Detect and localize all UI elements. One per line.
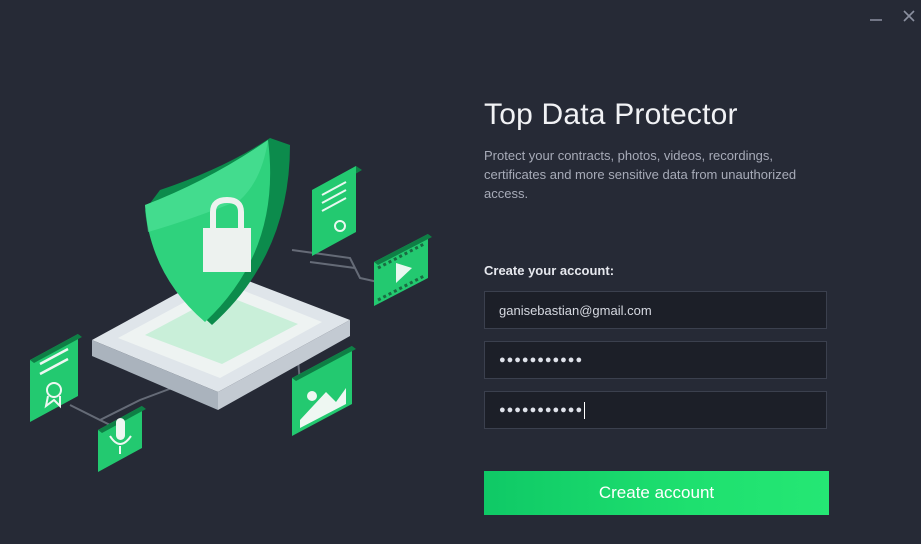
page-description: Protect your contracts, photos, videos, … (484, 148, 797, 201)
security-illustration (30, 138, 432, 472)
email-value: ganisebastian@gmail.com (499, 302, 652, 318)
microphone-icon (98, 406, 146, 472)
password-mask: ●●●●●●●●●●● (499, 354, 584, 366)
create-account-button[interactable]: Create account (484, 471, 829, 515)
close-icon (903, 10, 915, 22)
page-title: Top Data Protector (484, 98, 738, 131)
minimize-button[interactable] (863, 4, 889, 28)
confirm-password-mask: ●●●●●●●●●●● (499, 404, 584, 416)
password-field[interactable]: ●●●●●●●●●●● (484, 341, 827, 379)
certificate-icon (30, 334, 82, 422)
document-icon (312, 166, 362, 256)
video-icon (374, 234, 432, 306)
minimize-icon (870, 19, 882, 21)
confirm-password-field[interactable]: ●●●●●●●●●●● (484, 391, 827, 429)
close-button[interactable] (896, 4, 921, 28)
text-caret (584, 401, 586, 419)
create-account-label: Create your account: (484, 263, 615, 278)
email-field[interactable]: ganisebastian@gmail.com (484, 291, 827, 329)
